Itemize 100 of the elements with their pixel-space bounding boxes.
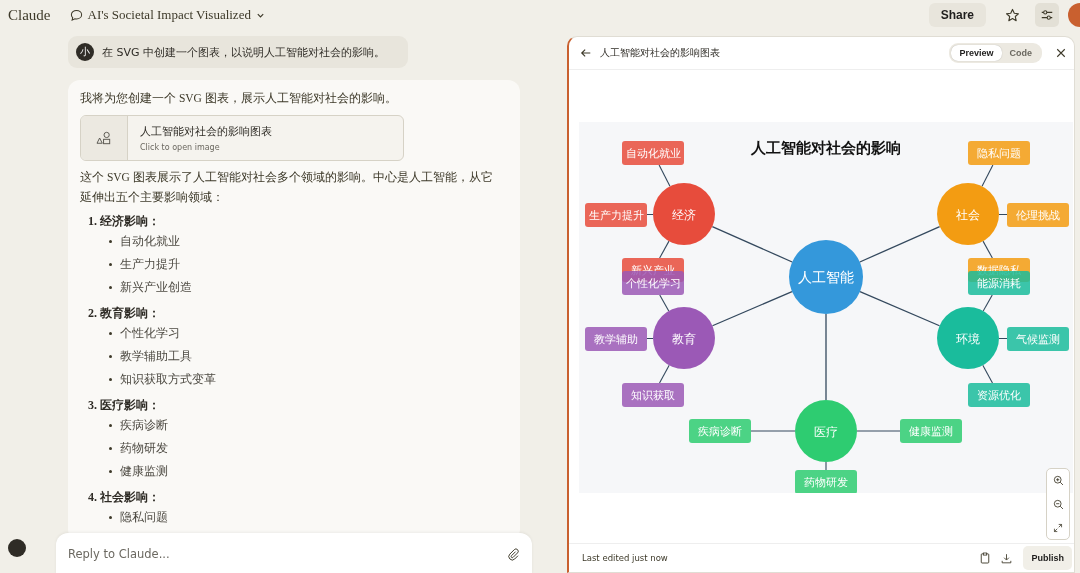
back-arrow-icon[interactable] bbox=[580, 47, 592, 59]
bullet-icon bbox=[109, 470, 112, 473]
category-label: 教育 bbox=[672, 331, 696, 346]
zoom-in-icon[interactable] bbox=[1052, 475, 1064, 487]
user-message-text: 在 SVG 中创建一个图表，以说明人工智能对社会的影响。 bbox=[102, 44, 386, 60]
chat-bubble-icon bbox=[69, 8, 83, 22]
connector-line bbox=[659, 294, 670, 312]
section-heading: 3. 医疗影响： bbox=[88, 397, 161, 414]
leaf-box bbox=[622, 383, 684, 407]
leaf-box bbox=[1007, 327, 1069, 351]
list-item: 疾病诊断 bbox=[120, 418, 168, 433]
zoom-out-icon[interactable] bbox=[1052, 499, 1064, 510]
leaf-label: 资源优化 bbox=[977, 389, 1021, 401]
profile-icon[interactable] bbox=[1068, 3, 1080, 27]
view-tab[interactable]: Code bbox=[1001, 45, 1040, 61]
close-icon[interactable] bbox=[1056, 48, 1066, 58]
leaf-box bbox=[585, 327, 647, 351]
leaf-label: 气候监测 bbox=[1016, 333, 1060, 345]
leaf-box bbox=[968, 383, 1030, 407]
message-paragraph: 这个 SVG 图表展示了人工智能对社会多个领域的影响。中心是人工智能，从它延伸出五个主要影响领域： bbox=[80, 170, 494, 205]
connector-line bbox=[658, 164, 671, 187]
leaf-box bbox=[968, 141, 1030, 165]
download-icon[interactable] bbox=[1001, 552, 1013, 564]
diagram-title: 人工智能对社会的影响 bbox=[751, 139, 901, 157]
user-avatar[interactable] bbox=[8, 539, 26, 557]
settings-button[interactable] bbox=[1035, 3, 1059, 27]
publish-button[interactable]: Publish bbox=[1023, 546, 1072, 570]
artifact-card[interactable]: 人工智能对社会的影响图表 Click to open image bbox=[80, 115, 404, 161]
list-item: 知识获取方式变革 bbox=[120, 372, 216, 387]
share-button[interactable]: Share bbox=[928, 3, 986, 27]
conversation-title[interactable]: AI's Societal Impact Visualized bbox=[87, 7, 251, 23]
artifact-title: 人工智能对社会的影响图表 bbox=[140, 124, 272, 139]
leaf-label: 知识获取 bbox=[631, 389, 675, 401]
leaf-label: 新兴产业 bbox=[631, 264, 675, 276]
clipboard-icon[interactable] bbox=[980, 552, 991, 564]
view-tab[interactable]: Preview bbox=[951, 45, 1002, 61]
connector-line bbox=[825, 461, 827, 471]
bullet-icon bbox=[109, 447, 112, 450]
bullet-icon bbox=[109, 516, 112, 519]
leaf-box bbox=[900, 419, 962, 443]
connector-line bbox=[982, 240, 993, 259]
leaf-label: 个性化学习 bbox=[625, 277, 681, 289]
leaf-box bbox=[585, 203, 647, 227]
list-item: 教学辅助工具 bbox=[120, 349, 192, 364]
category-label: 环境 bbox=[956, 331, 980, 346]
bullet-icon bbox=[109, 263, 112, 266]
leaf-label: 隐私问题 bbox=[977, 147, 1021, 159]
list-item: 隐私问题 bbox=[120, 510, 168, 525]
bullet-icon bbox=[109, 332, 112, 335]
message-paragraph: 我将为您创建一个 SVG 图表，展示人工智能对社会的影响。 bbox=[80, 91, 398, 106]
connector-line bbox=[981, 164, 994, 187]
connector-line bbox=[750, 430, 796, 432]
expand-icon[interactable] bbox=[1053, 522, 1063, 533]
leaf-label: 生产力提升 bbox=[588, 209, 644, 221]
section-heading: 1. 经济影响： bbox=[88, 213, 161, 230]
shapes-icon bbox=[96, 131, 112, 145]
bullet-icon bbox=[109, 286, 112, 289]
center-node-label: 人工智能 bbox=[798, 269, 854, 285]
leaf-box bbox=[689, 419, 751, 443]
last-edited-text: Last edited just now bbox=[582, 553, 668, 563]
artifact-subtitle: Click to open image bbox=[140, 142, 221, 152]
sliders-icon bbox=[1040, 8, 1054, 22]
bullet-icon bbox=[109, 424, 112, 427]
leaf-label: 能源消耗 bbox=[977, 277, 1021, 289]
connector-line bbox=[646, 213, 654, 216]
list-item: 个性化学习 bbox=[120, 326, 180, 341]
leaf-label: 教学辅助 bbox=[594, 333, 638, 345]
category-label: 医疗 bbox=[814, 424, 838, 439]
leaf-label: 疾病诊断 bbox=[698, 425, 742, 437]
section-heading: 2. 教育影响： bbox=[88, 305, 161, 322]
list-item: 生产力提升 bbox=[120, 257, 180, 272]
list-item: 自动化就业 bbox=[120, 234, 180, 249]
artifact-title: 人工智能对社会的影响图表 bbox=[600, 46, 720, 60]
bullet-icon bbox=[109, 240, 112, 243]
connector-line bbox=[659, 240, 670, 259]
leaf-box bbox=[795, 470, 857, 493]
leaf-box bbox=[1007, 203, 1069, 227]
list-item: 健康监测 bbox=[120, 464, 168, 479]
section-heading: 4. 社会影响： bbox=[88, 489, 161, 506]
category-label: 社会 bbox=[956, 207, 980, 222]
leaf-label: 自动化就业 bbox=[625, 147, 681, 159]
list-item: 药物研发 bbox=[120, 441, 168, 456]
category-label: 经济 bbox=[672, 207, 696, 222]
reply-box[interactable]: Reply to Claude... bbox=[56, 533, 532, 573]
reply-field[interactable]: Reply to Claude... bbox=[68, 542, 507, 566]
connector-line bbox=[659, 364, 670, 384]
bullet-icon bbox=[109, 355, 112, 358]
paperclip-icon[interactable] bbox=[507, 547, 520, 561]
app-logo[interactable]: Claude bbox=[8, 6, 51, 24]
connector-line bbox=[982, 364, 993, 384]
connector-line bbox=[856, 430, 901, 432]
leaf-box bbox=[622, 141, 684, 165]
connector-line bbox=[982, 294, 993, 312]
user-avatar: 小 bbox=[76, 43, 94, 61]
leaf-label: 健康监测 bbox=[909, 425, 953, 437]
star-icon[interactable] bbox=[1005, 7, 1020, 23]
connector-line bbox=[646, 337, 654, 340]
leaf-label: 药物研发 bbox=[804, 476, 848, 488]
leaf-label: 伦理挑战 bbox=[1016, 209, 1060, 221]
bullet-icon bbox=[109, 378, 112, 381]
